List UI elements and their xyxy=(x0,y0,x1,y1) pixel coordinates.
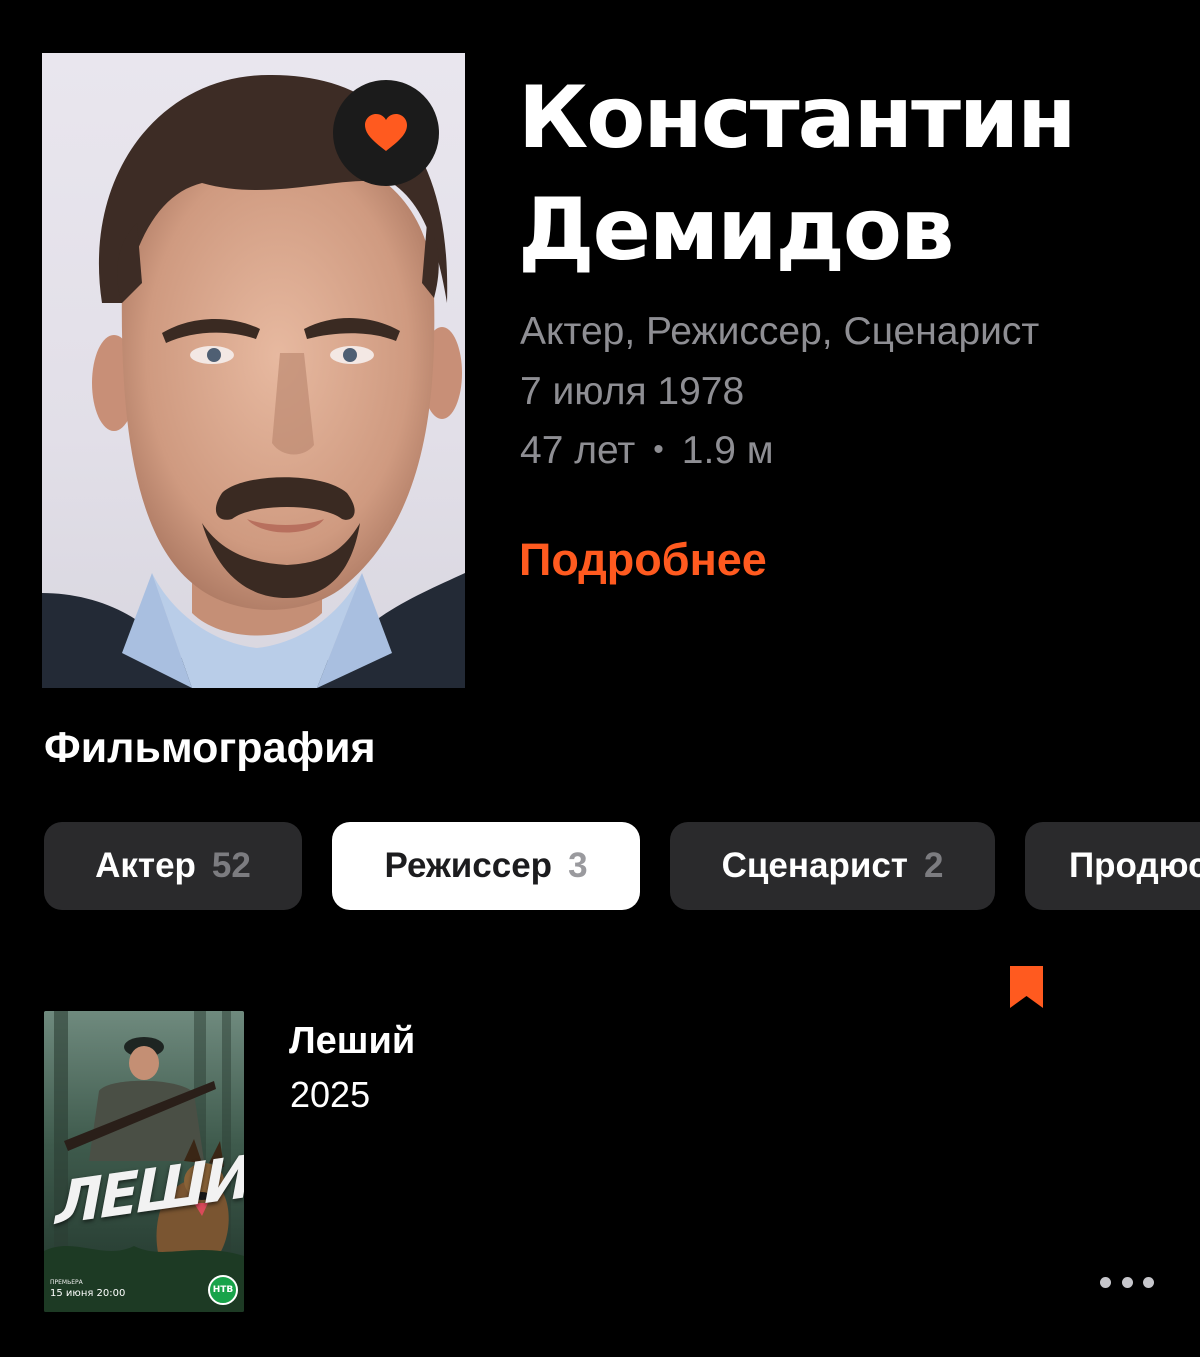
dot xyxy=(1100,1276,1111,1288)
person-age-height: 47 лет • 1.9 м xyxy=(520,428,774,477)
dot xyxy=(1121,1276,1133,1288)
person-name-last: Демидов xyxy=(518,180,954,280)
heart-icon xyxy=(365,114,407,151)
bookmark-icon[interactable] xyxy=(1010,966,1043,1008)
tab-director[interactable]: Режиссер 3 xyxy=(332,822,640,910)
filmography-title: Фильмография xyxy=(44,724,376,772)
person-height: 1.9 м xyxy=(681,429,774,472)
tab-count: 52 xyxy=(211,846,251,885)
dot xyxy=(1143,1276,1154,1288)
person-roles: Актер, Режиссер, Сценарист xyxy=(520,310,1040,353)
favorite-button[interactable] xyxy=(333,80,439,186)
tab-count: 3 xyxy=(568,846,588,885)
tab-label: Режиссер xyxy=(384,846,553,885)
tab-label: Актер xyxy=(95,846,196,885)
person-age: 47 лет xyxy=(520,429,636,472)
separator-dot: • xyxy=(653,433,664,466)
more-details-link[interactable]: Подробнее xyxy=(519,533,767,587)
person-name: Константин Демидов xyxy=(518,62,1178,286)
tab-writer[interactable]: Сценарист 2 xyxy=(670,822,995,910)
poster-date: 15 июня 20:00 xyxy=(50,1288,126,1299)
tab-label: Сценарист xyxy=(721,846,908,885)
film-year: 2025 xyxy=(290,1074,371,1115)
person-name-first: Константин xyxy=(518,68,1077,168)
tab-producer[interactable]: Продюс xyxy=(1025,822,1200,910)
tab-count: 2 xyxy=(923,846,944,885)
film-poster[interactable]: ЛЕШИЙ ПРЕМЬЕРА 15 июня 20:00 НТВ xyxy=(44,1011,244,1312)
person-birth-date: 7 июля 1978 xyxy=(520,370,745,413)
poster-premiere-label: ПРЕМЬЕРА xyxy=(50,1279,83,1286)
film-title[interactable]: Леший xyxy=(289,1018,415,1064)
tab-actor[interactable]: Актер 52 xyxy=(44,822,302,910)
channel-logo: НТВ xyxy=(208,1275,238,1305)
tab-label: Продюс xyxy=(1069,846,1200,885)
more-dots-icon[interactable] xyxy=(1100,1266,1154,1298)
